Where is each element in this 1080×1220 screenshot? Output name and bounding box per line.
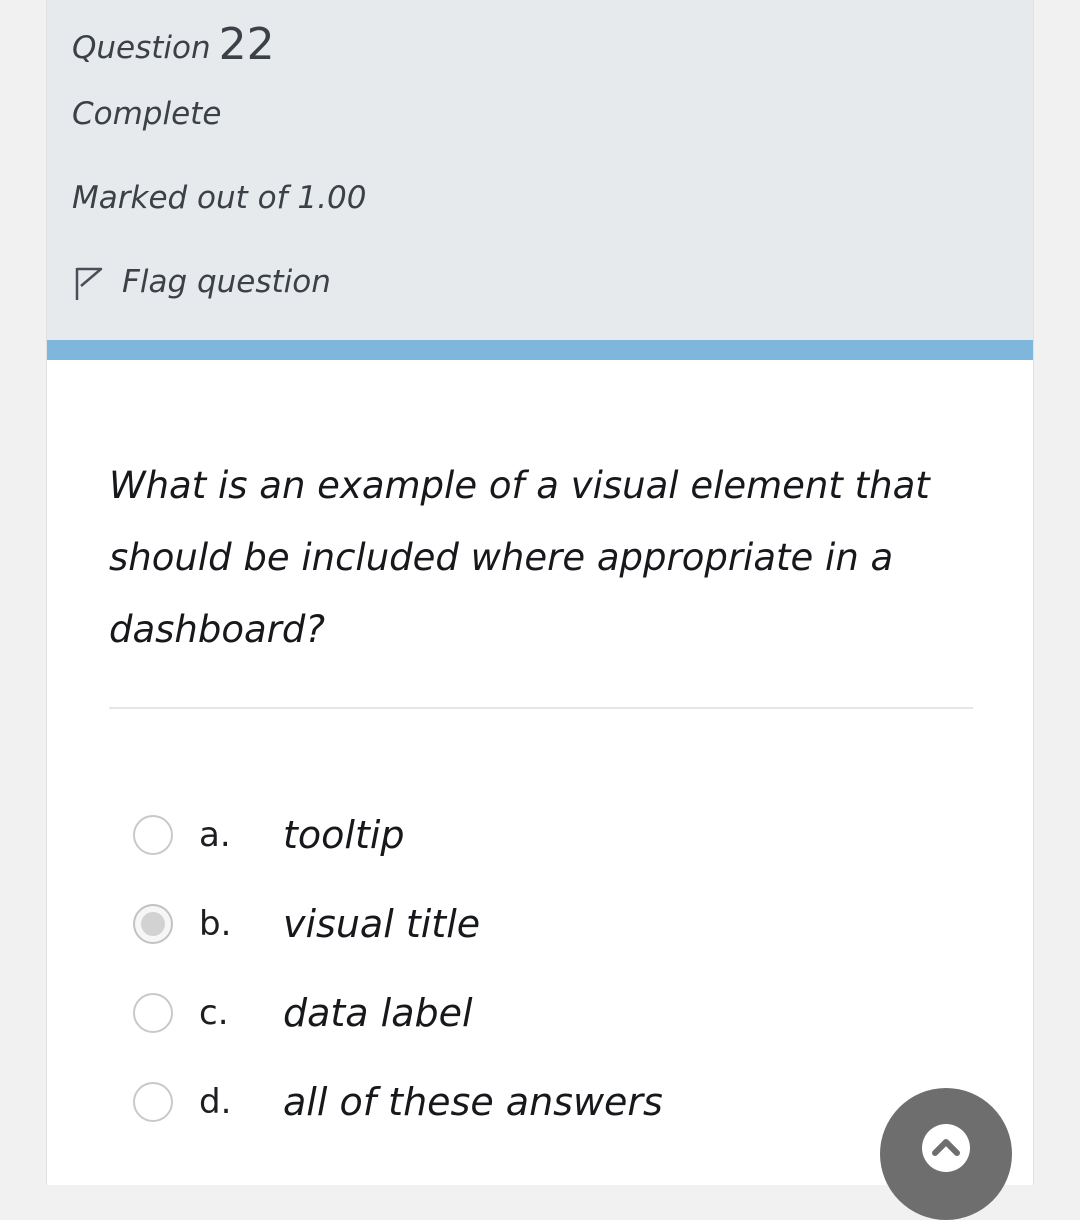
answer-option-b[interactable]: b. visual title [133,879,933,968]
radio-button[interactable] [133,903,173,944]
question-card: Question 22 Complete Marked out of 1.00 F… [46,0,1034,1185]
question-info-panel: Question 22 Complete Marked out of 1.00 F… [47,0,1033,340]
question-state: Complete [72,96,222,132]
answer-text: tooltip [283,812,405,857]
question-label: Question [72,30,211,66]
back-to-top-button[interactable] [880,1088,1012,1220]
flag-icon [72,262,104,302]
radio-button[interactable] [133,1081,173,1122]
question-accent-bar [47,340,1033,360]
radio-button[interactable] [133,814,173,855]
answer-letter: c. [199,992,229,1033]
flag-question-label: Flag question [122,264,331,300]
answer-letter: b. [199,903,232,944]
answer-text: all of these answers [283,1079,663,1124]
question-number: Question 22 [72,18,275,70]
question-grade: Marked out of 1.00 [72,180,367,216]
answer-option-d[interactable]: d. all of these answers [133,1057,933,1146]
answer-letter: d. [199,1081,232,1122]
answer-option-c[interactable]: c. data label [133,968,933,1057]
question-text: What is an example of a visual element t… [109,464,930,651]
chevron-up-icon [922,1124,970,1172]
question-number-value: 22 [218,19,275,70]
divider [109,707,973,709]
radio-button[interactable] [133,992,173,1033]
answer-text: data label [283,990,473,1035]
answer-list: a. tooltip b. visual title c. data label… [133,790,933,1146]
answer-option-a[interactable]: a. tooltip [133,790,933,879]
flag-question-button[interactable]: Flag question [72,262,331,302]
answer-letter: a. [199,814,231,855]
answer-text: visual title [283,901,481,946]
